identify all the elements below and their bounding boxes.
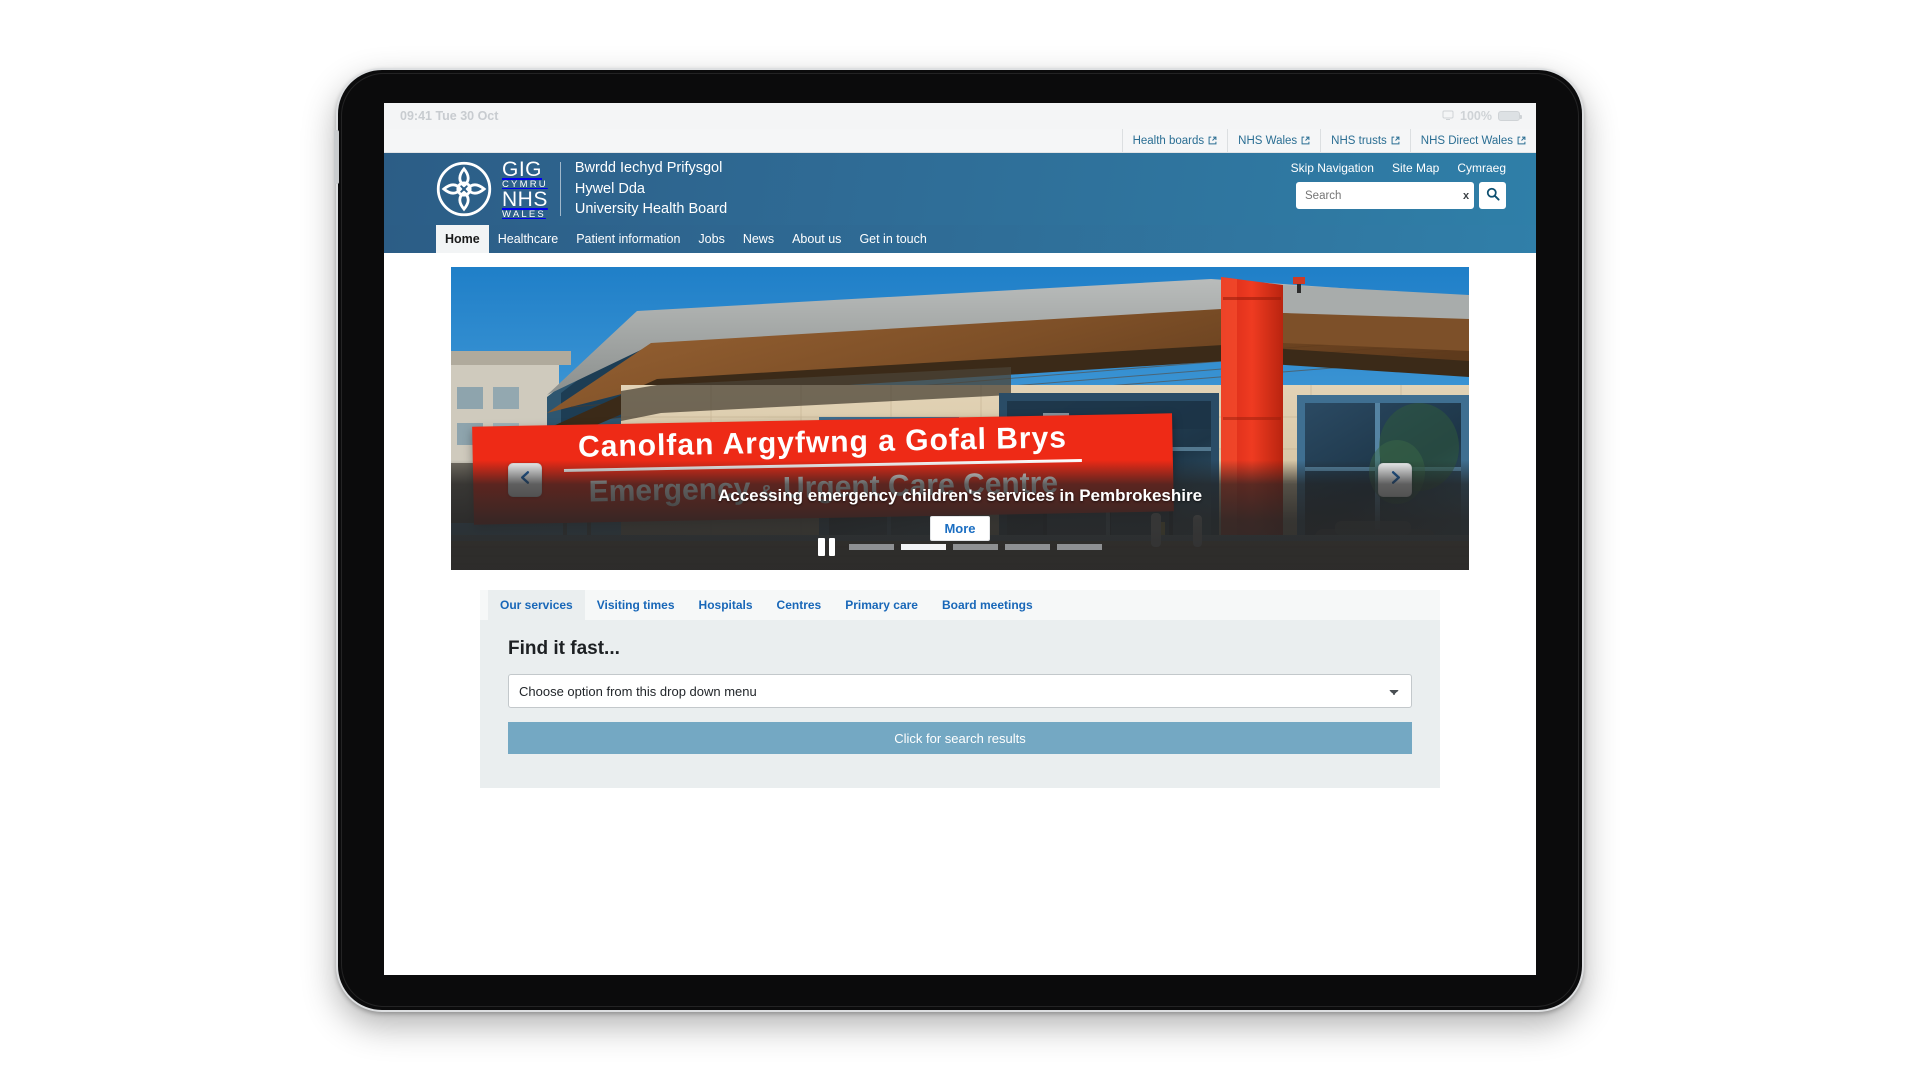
finder-tab-list: Our services Visiting times Hospitals Ce…	[480, 590, 1440, 620]
nhs-wales-logo-link[interactable]: GIG CYMRU NHS WALES	[436, 159, 548, 220]
slide-indicator-4[interactable]	[1005, 544, 1050, 550]
search-input[interactable]	[1305, 189, 1459, 202]
finder-option-select[interactable]: Choose option from this drop down menu	[508, 674, 1412, 708]
slide-indicator-5[interactable]	[1057, 544, 1102, 550]
power-button[interactable]	[334, 130, 339, 184]
search-icon	[1486, 187, 1500, 204]
external-link-icon	[1391, 136, 1400, 145]
battery-percent-label: 100%	[1460, 109, 1492, 123]
pause-icon-bar-right	[828, 538, 835, 556]
search-clear-button[interactable]: x	[1459, 190, 1469, 202]
nav-item-get-in-touch[interactable]: Get in touch	[850, 225, 935, 253]
slide-indicator-2[interactable]	[901, 544, 946, 550]
utility-link-label: Health boards	[1132, 134, 1205, 147]
header-right-group: Skip Navigation Site Map Cymraeg x	[1291, 161, 1506, 209]
finder-heading: Find it fast...	[508, 638, 620, 659]
battery-icon	[1498, 111, 1522, 121]
org-line-2: Hywel Dda	[574, 180, 645, 197]
search-submit-button[interactable]	[1479, 182, 1506, 209]
utility-link-label: NHS trusts	[1331, 134, 1387, 147]
tab-centres[interactable]: Centres	[765, 590, 834, 620]
status-bar-time: 09:41 Tue 30 Oct	[400, 109, 499, 123]
tab-primary-care[interactable]: Primary care	[833, 590, 930, 620]
org-line-1: Bwrdd Iechyd Prifysgol	[574, 160, 723, 177]
tablet-screen: 09:41 Tue 30 Oct 100% Health boards NHS …	[384, 103, 1536, 975]
cymraeg-language-link[interactable]: Cymraeg	[1457, 161, 1506, 175]
tab-visiting-times[interactable]: Visiting times	[585, 590, 687, 620]
ios-status-bar: 09:41 Tue 30 Oct 100%	[384, 103, 1536, 129]
nav-item-jobs[interactable]: Jobs	[689, 225, 733, 253]
main-navigation: Home Healthcare Patient information Jobs…	[384, 225, 1536, 253]
wordmark-nhs: NHS	[502, 188, 548, 211]
pause-icon-bar-left	[818, 538, 825, 556]
header-quicklinks: Skip Navigation Site Map Cymraeg	[1291, 161, 1506, 175]
gig-nhs-wordmark: GIG CYMRU NHS WALES	[502, 159, 548, 220]
utility-link-health-boards[interactable]: Health boards	[1121, 129, 1228, 152]
slide-indicator-1[interactable]	[849, 544, 894, 550]
utility-links-bar: Health boards NHS Wales NHS trusts NHS D…	[384, 129, 1536, 153]
utility-link-nhs-trusts[interactable]: NHS trusts	[1320, 129, 1410, 152]
nav-item-about-us[interactable]: About us	[783, 225, 850, 253]
site-map-link[interactable]: Site Map	[1392, 161, 1439, 175]
wordmark-wales: WALES	[502, 209, 546, 220]
finder-search-button[interactable]: Click for search results	[508, 722, 1412, 754]
site-search-form: x	[1296, 182, 1506, 209]
tab-our-services[interactable]: Our services	[488, 590, 585, 620]
utility-link-nhs-wales[interactable]: NHS Wales	[1227, 129, 1320, 152]
tab-board-meetings[interactable]: Board meetings	[930, 590, 1045, 620]
slide-indicator-3[interactable]	[953, 544, 998, 550]
tab-hospitals[interactable]: Hospitals	[687, 590, 765, 620]
organisation-name: Bwrdd Iechyd Prifysgol Hywel Dda Univers…	[575, 158, 727, 220]
carousel-slide-indicators	[849, 544, 1102, 550]
utility-link-label: NHS Wales	[1238, 134, 1298, 147]
find-it-fast-panel: Our services Visiting times Hospitals Ce…	[480, 590, 1440, 788]
external-link-icon	[1208, 136, 1217, 145]
utility-link-label: NHS Direct Wales	[1420, 134, 1513, 147]
site-header: GIG CYMRU NHS WALES Bwrdd Iechyd Prifysg…	[384, 153, 1536, 225]
header-divider	[559, 162, 561, 216]
finder-body: Find it fast... Choose option from this …	[480, 620, 1440, 788]
utility-link-nhs-direct-wales[interactable]: NHS Direct Wales	[1409, 129, 1536, 152]
org-line-3: University Health Board	[574, 201, 728, 218]
carousel-caption-text: Accessing emergency children's services …	[717, 486, 1203, 505]
screen-mirroring-icon	[1442, 109, 1454, 124]
external-link-icon	[1517, 136, 1526, 145]
carousel-controls	[451, 538, 1469, 556]
search-field-wrapper: x	[1296, 182, 1474, 209]
page-content: Canolfan Argyfwng a Gofal Brys Emergency…	[384, 253, 1536, 975]
status-bar-right-group: 100%	[1442, 109, 1522, 124]
hero-carousel: Canolfan Argyfwng a Gofal Brys Emergency…	[451, 267, 1469, 570]
nav-item-healthcare[interactable]: Healthcare	[489, 225, 567, 253]
nav-item-patient-information[interactable]: Patient information	[567, 225, 689, 253]
nav-item-home[interactable]: Home	[436, 225, 489, 253]
wordmark-gig: GIG	[502, 157, 543, 181]
nav-item-news[interactable]: News	[734, 225, 783, 253]
carousel-pause-button[interactable]	[818, 538, 835, 556]
external-link-icon	[1301, 136, 1310, 145]
nhs-wales-celtic-knot-icon	[436, 161, 492, 217]
skip-navigation-link[interactable]: Skip Navigation	[1291, 161, 1374, 175]
